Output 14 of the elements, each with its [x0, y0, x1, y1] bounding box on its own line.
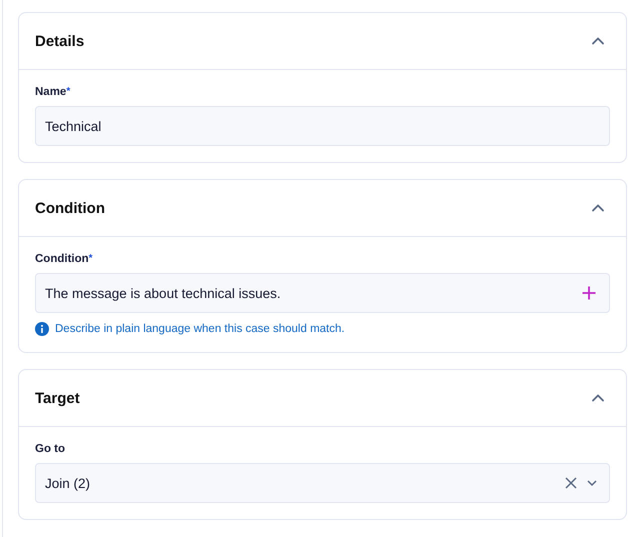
add-icon[interactable] — [581, 285, 597, 301]
section-title: Details — [35, 32, 84, 50]
input-field[interactable]: Technical — [35, 106, 610, 146]
select-field[interactable]: Join (2) — [35, 463, 610, 503]
clear-icon[interactable] — [565, 477, 577, 489]
info-icon — [35, 322, 49, 336]
chevron-down-icon[interactable] — [587, 478, 597, 488]
section-title: Target — [35, 390, 80, 406]
hint-text: Describe in plain language when this case should match. — [55, 323, 345, 335]
field-label: Name* — [35, 86, 72, 98]
field-label: Go to — [35, 443, 66, 455]
field-label: Condition* — [35, 253, 94, 265]
section-title: Condition — [35, 200, 105, 216]
input-field[interactable]: The message is about technical issues. — [35, 273, 610, 313]
